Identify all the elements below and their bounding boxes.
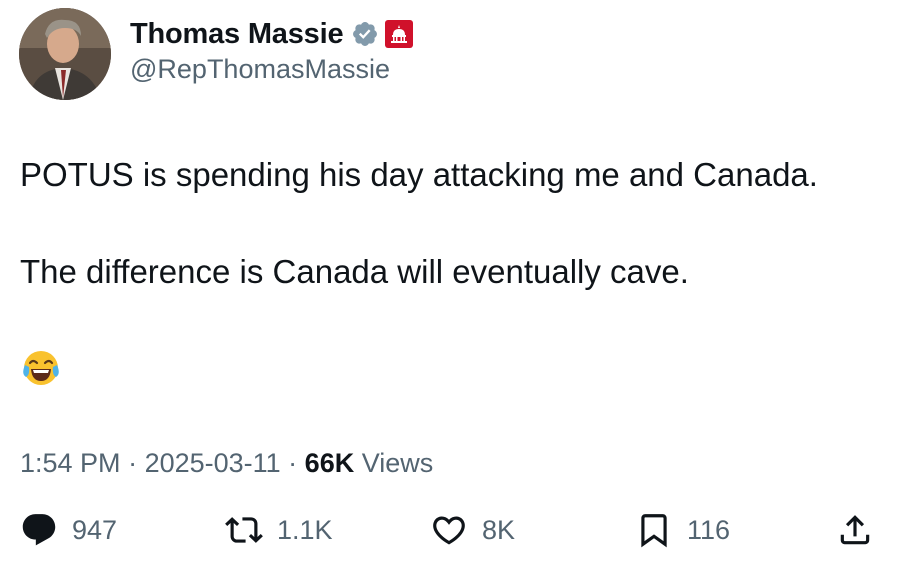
share-icon <box>840 515 870 545</box>
avatar-image <box>19 8 111 100</box>
like-icon <box>433 516 465 545</box>
avatar[interactable] <box>19 8 111 100</box>
government-badge-icon[interactable] <box>385 20 414 48</box>
author-name[interactable]: Thomas Massie <box>130 18 344 51</box>
share-button[interactable] <box>836 505 874 555</box>
bookmark-count: 116 <box>687 514 731 545</box>
tweet-actions-bar: 947 1.1K 8K 116 <box>0 505 900 555</box>
repost-icon <box>225 517 263 543</box>
repost-button[interactable]: 1.1K <box>225 505 333 555</box>
tweet-line-1: POTUS is spending his day attacking me a… <box>20 156 818 193</box>
bookmark-icon <box>641 514 667 548</box>
verified-badge-icon[interactable] <box>351 20 379 48</box>
tweet-text: POTUS is spending his day attacking me a… <box>20 151 890 296</box>
author-name-row: Thomas Massie <box>130 14 414 54</box>
tweet-line-2: The difference is Canada will eventually… <box>20 253 689 290</box>
reply-count: 947 <box>72 514 118 545</box>
reply-icon <box>22 514 56 546</box>
meta-separator: · <box>280 448 305 478</box>
like-button[interactable]: 8K <box>430 505 515 555</box>
views-count: 66K <box>304 448 355 478</box>
like-count: 8K <box>482 514 516 545</box>
tweet-time[interactable]: 1:54 PM <box>20 448 121 478</box>
reply-button[interactable]: 947 <box>20 505 117 555</box>
repost-count: 1.1K <box>277 514 333 545</box>
tweet-date[interactable]: 2025-03-11 <box>145 448 281 478</box>
tweet-metadata: 1:54 PM · 2025-03-11 · 66K Views <box>20 448 433 479</box>
views-label: Views <box>354 448 434 478</box>
meta-separator: · <box>120 448 145 478</box>
face-with-tears-of-joy-icon <box>21 348 61 388</box>
bookmark-button[interactable]: 116 <box>635 505 730 555</box>
author-handle[interactable]: @RepThomasMassie <box>130 54 390 85</box>
